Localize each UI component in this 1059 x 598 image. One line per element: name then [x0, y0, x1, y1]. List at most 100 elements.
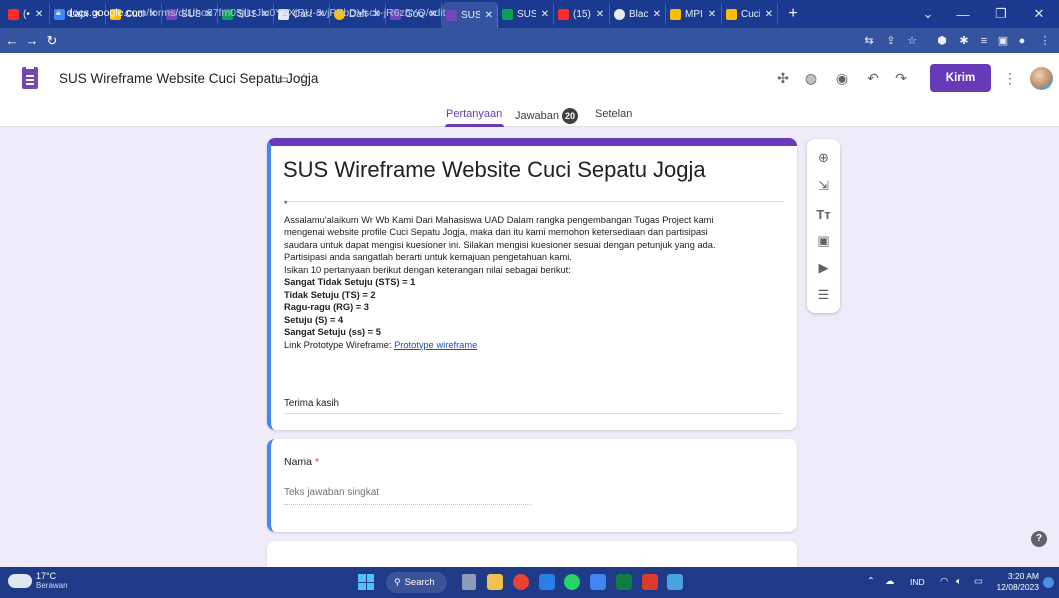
help-icon[interactable]: ? — [1031, 531, 1047, 547]
description-line: Assalamu'alaikum Wr Wb Kami Dari Mahasis… — [284, 214, 714, 225]
tab-questions[interactable]: Pertanyaan — [446, 108, 502, 120]
reading-list-icon[interactable]: ≡ — [975, 28, 993, 53]
add-video-icon[interactable]: ▶ — [807, 259, 840, 277]
weather-temperature: 17°C — [36, 571, 57, 581]
task-view-icon[interactable] — [462, 574, 476, 590]
docs-app-icon[interactable] — [590, 574, 606, 590]
system-clock[interactable]: 3:20 AM 12/08/2023 — [995, 571, 1039, 593]
form-tabs: Pertanyaan Jawaban 20 Setelan — [0, 104, 1059, 127]
url-path: /forms/d/1lho87fm05jlLrJlu0Y2XjRU-8vjPXb… — [146, 6, 446, 19]
minimize-icon[interactable]: — — [945, 0, 981, 28]
weather-widget[interactable]: 17°C Berawan — [8, 571, 68, 591]
tab-search-chevron-icon[interactable]: ⌄ — [910, 0, 946, 28]
star-icon[interactable]: ☆ — [293, 67, 315, 89]
responses-count-badge: 20 — [562, 108, 579, 124]
excel-icon[interactable] — [616, 574, 632, 590]
more-options-icon[interactable]: ⋮ — [999, 67, 1021, 89]
question-title[interactable]: Nama * — [284, 456, 319, 468]
window-close-icon[interactable]: ✕ — [1021, 0, 1057, 28]
restore-icon[interactable]: ❐ — [983, 0, 1019, 28]
onedrive-cloud-icon[interactable]: ☁ — [885, 576, 895, 587]
input-language[interactable]: IND — [910, 577, 925, 587]
wifi-icon[interactable]: ◠ — [940, 576, 948, 587]
chrome-icon[interactable] — [513, 574, 529, 590]
back-arrow-icon[interactable]: ← — [2, 33, 22, 48]
add-section-icon[interactable]: ☰ — [807, 286, 840, 304]
add-ons-icon[interactable]: ✣ — [772, 67, 794, 89]
tab-responses[interactable]: Jawaban 20 — [515, 108, 579, 124]
translate-icon[interactable]: ⇆ — [860, 28, 878, 53]
required-asterisk: * — [314, 456, 320, 468]
forms-header: SUS Wireframe Website Cuci Sepatu Jogja … — [0, 53, 1059, 104]
tab-settings[interactable]: Setelan — [595, 108, 632, 120]
scale-item: Ragu-ragu (RG) = 3 — [284, 302, 369, 312]
tab-label: (• — [23, 8, 30, 20]
prototype-link[interactable]: Prototype wireframe — [394, 340, 477, 350]
profile-icon[interactable]: ● — [1013, 28, 1031, 53]
google-forms-logo-icon[interactable] — [22, 67, 38, 89]
search-icon: ⚲ — [394, 577, 401, 587]
preview-eye-icon[interactable]: ◉ — [831, 67, 853, 89]
redo-icon[interactable]: ↷ — [890, 67, 912, 89]
whatsapp-icon[interactable] — [564, 574, 580, 590]
send-button[interactable]: Kirim — [930, 64, 991, 92]
active-tab-indicator — [445, 124, 504, 127]
close-icon[interactable]: ✕ — [35, 9, 43, 20]
palette-icon[interactable]: ◍ — [800, 67, 822, 89]
file-explorer-icon[interactable] — [487, 574, 503, 590]
clock-date: 12/08/2023 — [996, 582, 1039, 592]
undo-icon[interactable]: ↶ — [862, 67, 884, 89]
tab-responses-label: Jawaban — [515, 109, 560, 122]
extension-icon[interactable]: ⬢ — [933, 28, 951, 53]
reload-icon[interactable]: ↻ — [42, 33, 62, 49]
question-toolbox: ⊕ ⇲ Tт ▣ ▶ ☰ — [807, 139, 840, 313]
side-panel-icon[interactable]: ▣ — [994, 28, 1012, 53]
description-line: mengenai website profile Cuci Sepatu Jog… — [284, 227, 708, 237]
form-title[interactable]: SUS Wireframe Website Cuci Sepatu Jogja — [283, 157, 706, 183]
battery-icon[interactable]: ▭ — [974, 576, 983, 587]
form-description[interactable]: * Assalamu'alaikum Wr Wb Kami Dari Mahas… — [284, 198, 784, 351]
notification-icon[interactable] — [1043, 577, 1054, 588]
description-line: Partisipasi anda sangatlah berarti untuk… — [284, 252, 572, 262]
move-to-folder-icon[interactable]: ▭ — [272, 68, 294, 90]
avatar[interactable] — [1030, 67, 1053, 90]
search-label: Search — [404, 577, 435, 588]
add-image-icon[interactable]: ▣ — [807, 232, 840, 250]
description-line: Isikan 10 pertanyaan berikut dengan kete… — [284, 264, 571, 275]
app-grid-icon[interactable] — [642, 574, 658, 590]
description-line: saudara untuk dapat mengisi kuesioner in… — [284, 239, 716, 250]
puzzle-icon[interactable]: ✱ — [955, 28, 973, 53]
add-question-icon[interactable]: ⊕ — [807, 149, 840, 167]
question-label: Nama — [284, 456, 313, 468]
volume-icon[interactable]: 🔈︎ — [956, 576, 962, 587]
url-host: docs.google.com — [66, 6, 147, 19]
windows-start-icon[interactable] — [358, 574, 374, 590]
taskbar-search[interactable]: ⚲ Search — [386, 572, 447, 593]
share-icon[interactable]: ⇪ — [882, 28, 900, 53]
import-questions-icon[interactable]: ⇲ — [807, 177, 840, 195]
add-title-icon[interactable]: Tт — [807, 205, 840, 223]
question-card[interactable] — [267, 439, 797, 532]
short-answer-field[interactable]: Teks jawaban singkat — [284, 487, 532, 505]
youtube-favicon-icon — [8, 8, 19, 20]
photos-icon[interactable] — [667, 574, 683, 590]
description-asterisk: * — [284, 199, 288, 209]
browser-tab[interactable]: (• ✕ — [4, 3, 50, 25]
kebab-menu-icon[interactable]: ⋮ — [1036, 28, 1054, 53]
scale-item: Sangat Tidak Setuju (STS) = 1 — [284, 277, 416, 287]
forward-arrow-icon[interactable]: → — [22, 33, 42, 48]
prototype-link-prefix: Link Prototype Wireframe: — [284, 339, 395, 350]
show-hidden-icons-chevron-icon[interactable]: ⌃ — [867, 576, 875, 587]
address-bar[interactable]: 🔒︎ docs.google.com/forms/d/1lho87fm05jlL… — [56, 3, 851, 22]
scale-item: Sangat Setuju (ss) = 5 — [284, 327, 381, 337]
cloud-icon — [8, 574, 32, 588]
closing-text[interactable]: Terima kasih — [284, 398, 782, 414]
lock-icon: 🔒︎ — [56, 7, 61, 17]
browser-toolbar: ← → ↻ — [0, 28, 1059, 53]
windows-taskbar: 17°C Berawan ⚲ Search ⌃ ☁ IND ◠ 🔈︎ ▭ 3:20… — [0, 567, 1059, 598]
clock-time: 3:20 AM — [1007, 571, 1039, 581]
app-l-icon[interactable] — [539, 574, 555, 590]
bookmark-star-icon[interactable]: ☆ — [903, 28, 921, 53]
scale-item: Setuju (S) = 4 — [284, 314, 344, 325]
weather-condition: Berawan — [36, 581, 68, 590]
